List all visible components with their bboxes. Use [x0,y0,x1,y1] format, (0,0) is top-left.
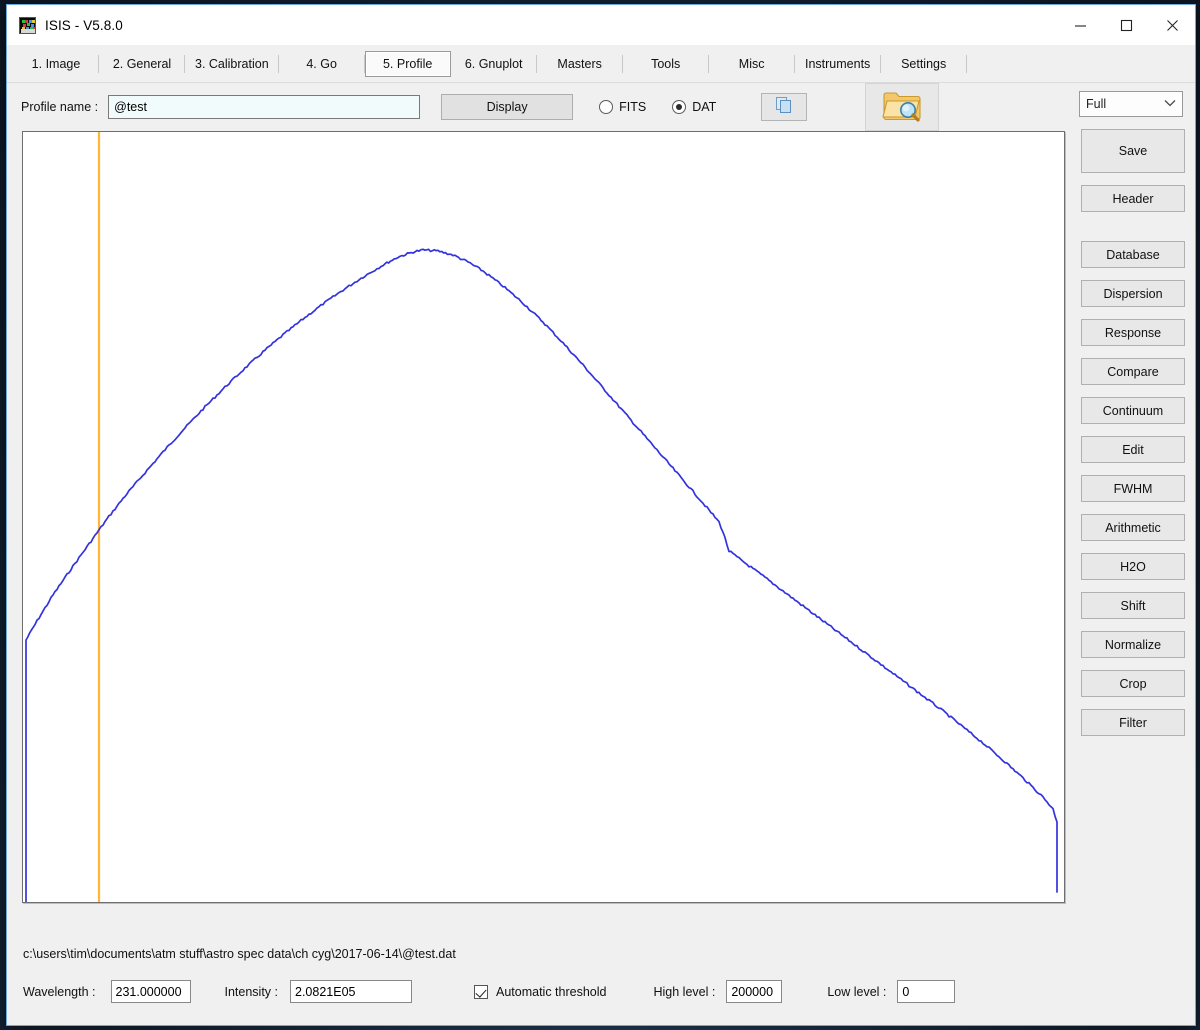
tab-label: Tools [651,57,680,71]
tab-instruments[interactable]: Instruments [795,51,881,77]
profile-toolbar: Profile name : Display FITS DAT [7,83,1195,131]
normalize-button[interactable]: Normalize [1081,631,1185,658]
chevron-down-icon [1164,99,1176,110]
tab-profile[interactable]: 5. Profile [365,51,451,77]
folder-search-icon [882,88,922,127]
radio-circle-icon [599,100,613,114]
tab-label: 1. Image [32,57,81,71]
shift-button[interactable]: Shift [1081,592,1185,619]
high-level-label: High level : [653,985,715,999]
header-button[interactable]: Header [1081,185,1185,212]
high-level-value[interactable]: 200000 [726,980,782,1003]
tab-separator [966,55,967,73]
format-dat-radio[interactable]: DAT [672,100,716,114]
tab-calibration[interactable]: 3. Calibration [185,51,279,77]
dispersion-button[interactable]: Dispersion [1081,280,1185,307]
tab-misc[interactable]: Misc [709,51,795,77]
tab-masters[interactable]: Masters [537,51,623,77]
format-fits-label: FITS [619,100,646,114]
response-button[interactable]: Response [1081,319,1185,346]
title-bar: ISIS - V5.8.0 [7,5,1195,45]
tab-label: Settings [901,57,946,71]
intensity-value[interactable]: 2.0821E05 [290,980,412,1003]
file-path-text: c:\users\tim\documents\atm stuff\astro s… [23,947,1179,961]
automatic-threshold-label: Automatic threshold [496,985,606,999]
database-button[interactable]: Database [1081,241,1185,268]
save-button[interactable]: Save [1081,129,1185,173]
tab-label: 4. Go [306,57,337,71]
radio-circle-selected-icon [672,100,686,114]
app-icon [19,17,36,34]
tab-label: Misc [739,57,765,71]
status-row: Wavelength : 231.000000 Intensity : 2.08… [23,980,1179,1003]
plot-background [23,132,1064,902]
copy-pages-icon [774,95,794,120]
tab-label: 6. Gnuplot [465,57,523,71]
low-level-value[interactable]: 0 [897,980,955,1003]
profile-plot-svg [23,132,1064,902]
compare-button[interactable]: Compare [1081,358,1185,385]
automatic-threshold-checkbox[interactable]: Automatic threshold [474,985,606,999]
range-select[interactable]: Full [1079,91,1183,117]
intensity-label: Intensity : [225,985,279,999]
filter-button[interactable]: Filter [1081,709,1185,736]
tab-label: 3. Calibration [195,57,269,71]
rail-spacer [1081,224,1185,241]
format-fits-radio[interactable]: FITS [599,100,646,114]
h2o-button[interactable]: H2O [1081,553,1185,580]
crop-button[interactable]: Crop [1081,670,1185,697]
status-footer: c:\users\tim\documents\atm stuff\astro s… [7,937,1195,1025]
tab-image[interactable]: 1. Image [13,51,99,77]
action-rail: Save Header Database Dispersion Response… [1081,129,1185,748]
isis-main-window: ISIS - V5.8.0 1. Image 2. General 3. Cal… [6,4,1196,1026]
wavelength-label: Wavelength : [23,985,96,999]
profile-name-label: Profile name : [21,100,98,114]
tab-label: 2. General [113,57,171,71]
format-dat-label: DAT [692,100,716,114]
display-button[interactable]: Display [441,94,573,120]
tab-label: Masters [557,57,601,71]
open-file-button[interactable] [865,83,939,131]
content-area: Save Header Database Dispersion Response… [7,131,1195,937]
tab-label: 5. Profile [383,57,432,71]
continuum-button[interactable]: Continuum [1081,397,1185,424]
tab-general[interactable]: 2. General [99,51,185,77]
wavelength-value[interactable]: 231.000000 [111,980,191,1003]
minimize-button[interactable] [1057,5,1103,45]
low-level-label: Low level : [827,985,886,999]
tab-label: Instruments [805,57,870,71]
range-select-value: Full [1086,97,1106,111]
copy-button[interactable] [761,93,807,121]
profile-plot[interactable] [22,131,1065,903]
tab-gnuplot[interactable]: 6. Gnuplot [451,51,537,77]
fwhm-button[interactable]: FWHM [1081,475,1185,502]
profile-name-input[interactable] [108,95,420,119]
maximize-button[interactable] [1103,5,1149,45]
window-controls [1057,5,1195,45]
window-title: ISIS - V5.8.0 [45,18,123,33]
tab-go[interactable]: 4. Go [279,51,365,77]
edit-button[interactable]: Edit [1081,436,1185,463]
close-button[interactable] [1149,5,1195,45]
tab-strip: 1. Image 2. General 3. Calibration 4. Go… [7,45,1195,83]
tab-tools[interactable]: Tools [623,51,709,77]
arithmetic-button[interactable]: Arithmetic [1081,514,1185,541]
checkbox-checked-icon [474,985,488,999]
tab-settings[interactable]: Settings [881,51,967,77]
